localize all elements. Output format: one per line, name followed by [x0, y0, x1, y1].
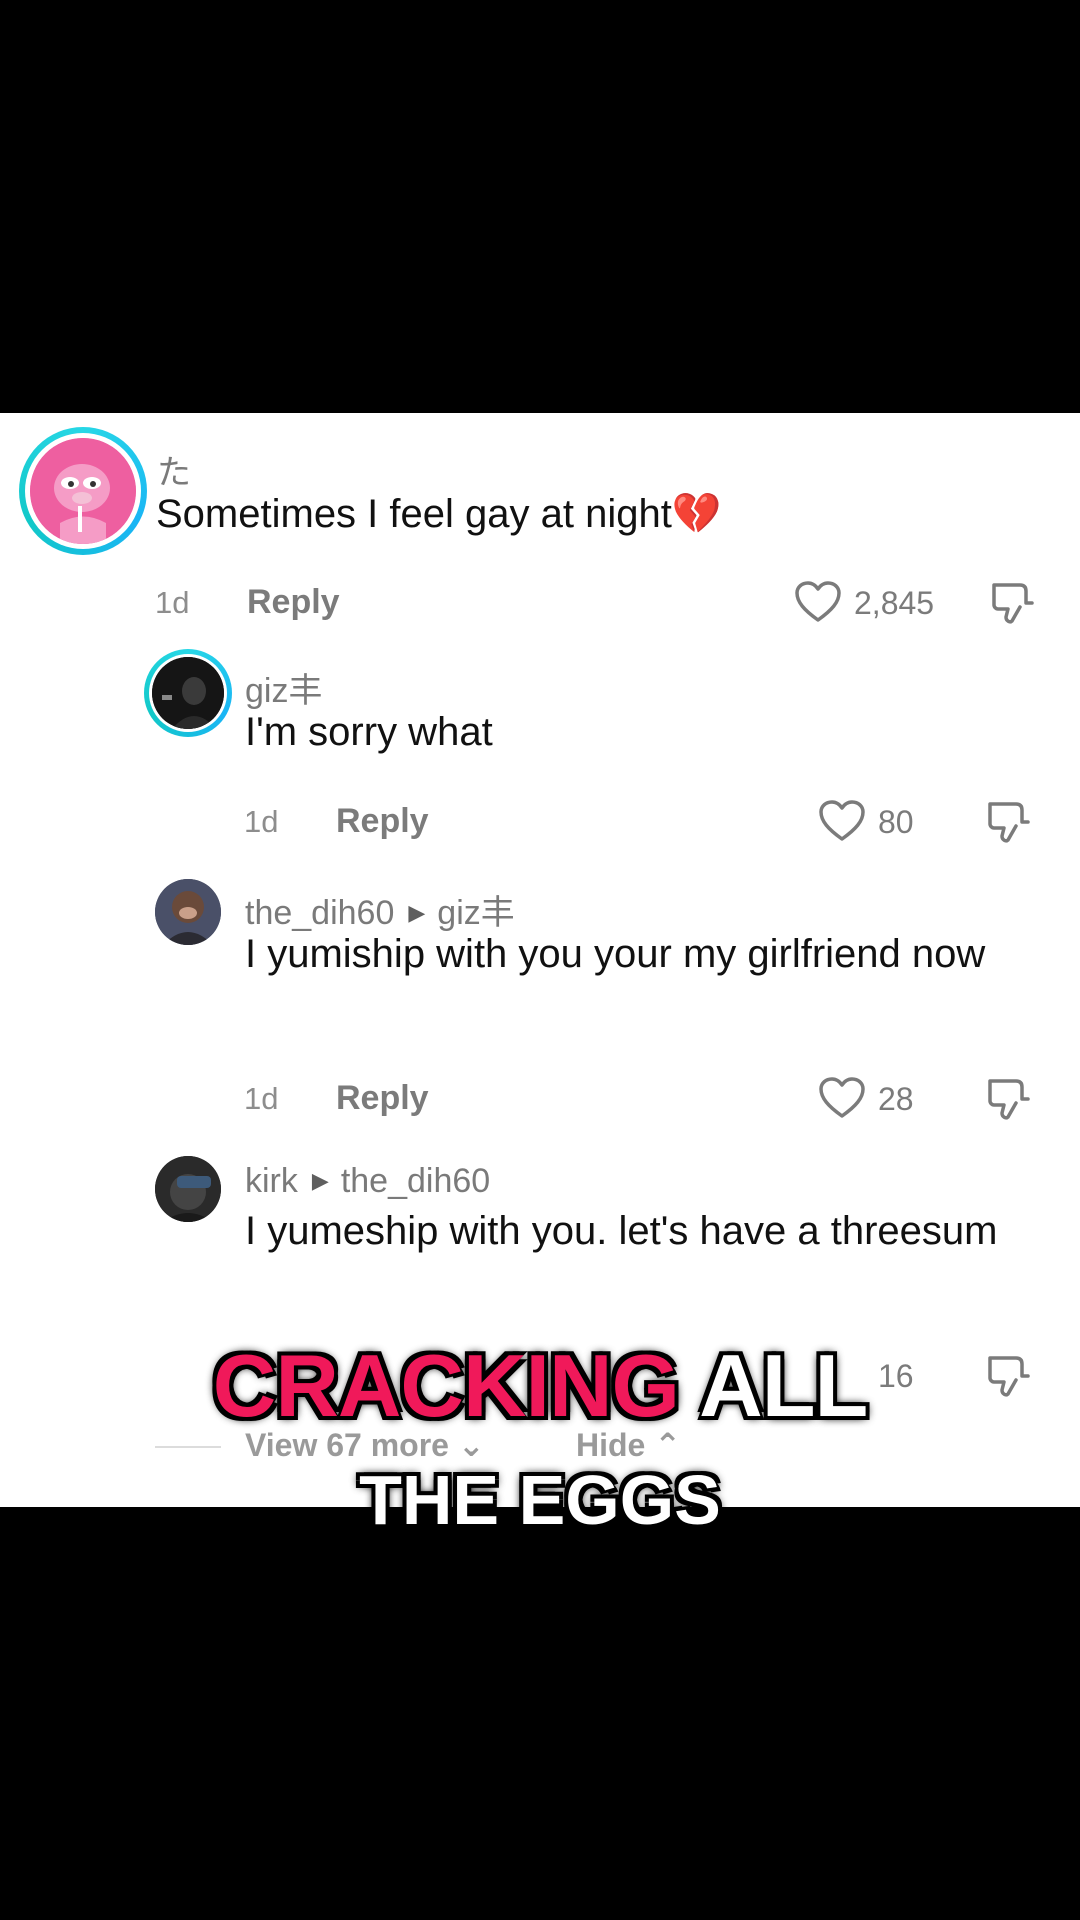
pink-panther-avatar [30, 438, 136, 544]
reply-button[interactable]: Reply [336, 802, 429, 841]
reply-button[interactable]: Reply [336, 1079, 429, 1118]
dark-avatar [152, 657, 224, 729]
cap-avatar[interactable] [155, 1156, 221, 1222]
thread-divider [155, 1446, 221, 1448]
reply-arrow-icon: ▶ [408, 900, 426, 925]
comment-username[interactable]: kirk ▶ the_dih60 [245, 1162, 490, 1201]
comment-text: Sometimes I feel gay at night💔 [156, 492, 722, 536]
gorilla-avatar[interactable] [155, 879, 221, 945]
video-caption-line2: THE EGGS [359, 1461, 721, 1539]
comment-text: I'm sorry what [245, 710, 493, 754]
avatar-story-ring[interactable] [144, 649, 232, 737]
reply-button[interactable]: Reply [247, 583, 340, 622]
comment-text: I yumiship with you your my girlfriend n… [245, 932, 986, 976]
comment-time: 1d [244, 1081, 279, 1116]
avatar-story-ring[interactable] [19, 427, 147, 555]
dislike-icon[interactable] [984, 798, 1032, 846]
dislike-icon[interactable] [984, 1075, 1032, 1123]
reply-author[interactable]: kirk [245, 1162, 298, 1200]
comment-time: 1d [155, 585, 190, 620]
dislike-icon[interactable] [988, 579, 1036, 627]
heart-icon[interactable] [818, 799, 866, 843]
video-caption-line1: CRACKING ALL [0, 1335, 1080, 1437]
heart-icon[interactable] [818, 1076, 866, 1120]
caption-word: ALL [699, 1336, 868, 1435]
reply-to-user[interactable]: the_dih60 [341, 1162, 490, 1200]
comment-text: I yumeship with you. let's have a threes… [245, 1209, 998, 1253]
like-count: 28 [878, 1081, 914, 1117]
comment-time: 1d [244, 804, 279, 839]
heart-icon[interactable] [794, 580, 842, 624]
caption-highlight-word: CRACKING [212, 1336, 680, 1435]
like-count: 80 [878, 804, 914, 840]
reply-arrow-icon: ▶ [311, 1168, 329, 1193]
like-count: 2,845 [854, 585, 935, 621]
